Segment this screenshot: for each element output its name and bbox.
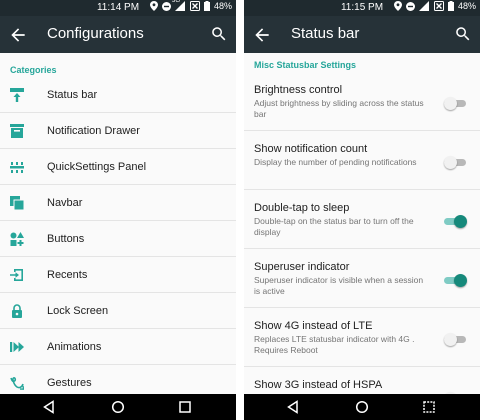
page-title: Status bar <box>291 25 360 42</box>
back-arrow-icon[interactable] <box>8 25 28 45</box>
category-lock-screen[interactable]: Lock Screen <box>0 293 236 329</box>
toggle-switch[interactable] <box>444 214 467 228</box>
battery-icon <box>203 1 210 11</box>
battery-icon <box>447 1 454 11</box>
status-bar: 11:14 PM 3G 48% <box>0 0 236 16</box>
category-notification-drawer[interactable]: Notification Drawer <box>0 113 236 149</box>
pref-title: Show 3G instead of HSPA <box>254 379 383 391</box>
toggle-switch[interactable] <box>444 155 466 169</box>
category-buttons[interactable]: Buttons <box>0 221 236 257</box>
no-sim-icon <box>433 1 444 11</box>
nav-home-icon[interactable] <box>355 400 369 414</box>
category-quicksettings-panel[interactable]: QuickSettings Panel <box>0 149 236 185</box>
pref-show-3g-instead-of-hspa[interactable]: Show 3G instead of HSPA <box>244 367 480 394</box>
search-icon[interactable] <box>210 25 228 43</box>
pref-title: Superuser indicator <box>254 261 350 273</box>
status-bar-icon <box>10 87 24 102</box>
back-arrow-icon[interactable] <box>252 25 272 45</box>
pref-title: Brightness control <box>254 84 343 96</box>
quicksettings-icon <box>10 161 24 173</box>
pref-show-4g-instead-of-lte[interactable]: Show 4G instead of LTE Replaces LTE stat… <box>244 308 480 367</box>
nav-back-icon[interactable] <box>286 400 300 414</box>
pref-summary: Adjust brightness by sliding across the … <box>254 98 424 119</box>
page-title: Configurations <box>47 25 144 42</box>
buttons-icon <box>10 231 24 246</box>
notification-drawer-icon <box>10 123 24 138</box>
signal-icon: 3G <box>171 0 186 11</box>
no-sim-icon <box>189 1 200 11</box>
gestures-icon <box>10 376 24 390</box>
network-type: 3G <box>171 0 180 4</box>
category-label: Lock Screen <box>47 304 109 317</box>
pref-summary: Superuser indicator is visible when a se… <box>254 275 424 296</box>
toggle-switch[interactable] <box>444 96 466 110</box>
preference-list: Misc Statusbar Settings Brightness contr… <box>244 53 480 394</box>
location-icon <box>149 1 158 11</box>
category-gestures[interactable]: Gestures <box>0 365 236 394</box>
pref-title: Show notification count <box>254 143 368 155</box>
pref-summary: Display the number of pending notificati… <box>254 157 417 167</box>
toggle-switch[interactable] <box>444 273 467 287</box>
category-list: Categories Status bar Notification Drawe… <box>0 53 236 394</box>
category-label: Animations <box>47 340 102 353</box>
category-animations[interactable]: Animations <box>0 329 236 365</box>
do-not-disturb-icon <box>161 1 171 11</box>
pref-summary: Double-tap on the status bar to turn off… <box>254 216 414 237</box>
battery-level: 48% <box>213 1 232 11</box>
category-label: Buttons <box>47 232 85 245</box>
pref-summary: Replaces LTE statusbar indicator with 4G… <box>254 334 415 355</box>
nav-home-icon[interactable] <box>111 400 125 414</box>
nav-back-icon[interactable] <box>42 400 56 414</box>
pref-superuser-indicator[interactable]: Superuser indicator Superuser indicator … <box>244 249 480 308</box>
lock-icon <box>12 303 22 318</box>
navigation-bar <box>244 394 480 420</box>
navigation-bar <box>0 394 236 420</box>
category-navbar[interactable]: Navbar <box>0 185 236 221</box>
pref-title: Show 4G instead of LTE <box>254 320 373 332</box>
animations-icon <box>10 341 24 352</box>
category-label: Notification Drawer <box>47 124 140 137</box>
recents-icon <box>10 268 23 281</box>
pref-brightness-control[interactable]: Brightness control Adjust brightness by … <box>244 72 480 131</box>
category-label: Status bar <box>47 88 98 101</box>
category-status-bar[interactable]: Status bar <box>0 77 236 113</box>
app-toolbar: Configurations <box>0 16 236 53</box>
toggle-switch[interactable] <box>444 332 466 346</box>
pref-show-notification-count[interactable]: Show notification count Display the numb… <box>244 131 480 190</box>
nav-recents-icon[interactable] <box>422 400 436 414</box>
pref-title: Double-tap to sleep <box>254 202 350 214</box>
signal-icon <box>418 1 429 11</box>
battery-level: 48% <box>457 1 476 11</box>
status-bar: 11:15 PM 48% <box>244 0 480 16</box>
category-recents[interactable]: Recents <box>0 257 236 293</box>
status-bar-settings-screen: 11:15 PM 48% Status bar Misc Statusbar S… <box>244 0 480 420</box>
category-label: Navbar <box>47 196 83 209</box>
location-icon <box>393 1 402 11</box>
category-label: Gestures <box>47 376 92 389</box>
do-not-disturb-icon <box>405 1 415 11</box>
app-toolbar: Status bar <box>244 16 480 53</box>
configurations-screen: 11:14 PM 3G 48% Configurations Categorie… <box>0 0 236 420</box>
category-label: Recents <box>47 268 88 281</box>
category-label: QuickSettings Panel <box>47 160 147 173</box>
search-icon[interactable] <box>454 25 472 43</box>
section-header: Categories <box>10 65 57 75</box>
pref-double-tap-to-sleep[interactable]: Double-tap to sleep Double-tap on the st… <box>244 190 480 249</box>
nav-recents-icon[interactable] <box>178 400 192 414</box>
section-header: Misc Statusbar Settings <box>254 60 357 70</box>
navbar-icon <box>10 195 24 210</box>
